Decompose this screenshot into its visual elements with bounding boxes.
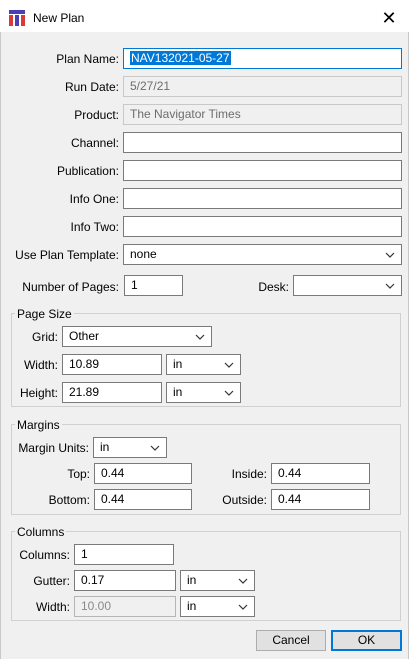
page-width-label: Width: (23, 358, 58, 372)
chevron-down-icon (195, 334, 205, 340)
column-width-input: 10.00 (74, 596, 176, 617)
desk-select[interactable] (293, 275, 402, 296)
product-input: The Navigator Times (123, 104, 402, 125)
plan-name-input[interactable]: NAV132021-05-27 (123, 48, 402, 69)
chevron-down-icon (238, 604, 248, 610)
plan-name-value: NAV132021-05-27 (130, 51, 231, 65)
page-width-input[interactable]: 10.89 (62, 354, 162, 375)
margin-top-label: Top: (67, 467, 90, 481)
channel-label: Channel: (70, 136, 119, 150)
chevron-down-icon (385, 283, 395, 289)
page-height-label: Height: (19, 386, 58, 400)
plan-template-select[interactable]: none (123, 244, 402, 265)
margin-bottom-label: Bottom: (48, 493, 90, 507)
margin-outside-input[interactable]: 0.44 (271, 489, 370, 510)
chevron-down-icon (224, 362, 234, 368)
gutter-unit-value: in (187, 573, 197, 587)
publication-label: Publication: (56, 164, 119, 178)
grid-label: Grid: (31, 330, 58, 344)
grid-value: Other (69, 329, 100, 343)
ok-button[interactable]: OK (331, 630, 402, 651)
num-pages-input[interactable]: 1 (124, 275, 183, 296)
column-width-unit-value: in (187, 599, 197, 613)
num-pages-label: Number of Pages: (22, 280, 119, 294)
margin-bottom-input[interactable]: 0.44 (94, 489, 192, 510)
page-height-unit-value: in (173, 385, 183, 399)
page-width-unit-select[interactable]: in (166, 354, 241, 375)
info-two-label: Info Two: (70, 220, 119, 234)
plan-template-value: none (130, 247, 157, 261)
info-two-input[interactable] (123, 216, 402, 237)
columns-count-input[interactable]: 1 (74, 544, 174, 565)
margin-inside-input[interactable]: 0.44 (271, 463, 370, 484)
column-width-unit-select[interactable]: in (180, 596, 255, 617)
columns-legend: Columns (15, 525, 67, 539)
window-title: New Plan (33, 11, 85, 25)
gutter-input[interactable]: 0.17 (74, 570, 176, 591)
publication-input[interactable] (123, 160, 402, 181)
page-width-unit-value: in (173, 357, 183, 371)
channel-input[interactable] (123, 132, 402, 153)
product-label: Product: (74, 108, 119, 122)
gutter-unit-select[interactable]: in (180, 570, 255, 591)
info-one-label: Info One: (69, 192, 119, 206)
chevron-down-icon (224, 390, 234, 396)
grid-select[interactable]: Other (62, 326, 212, 347)
margin-top-input[interactable]: 0.44 (94, 463, 192, 484)
cancel-button[interactable]: Cancel (256, 630, 326, 651)
page-height-input[interactable]: 21.89 (62, 382, 162, 403)
margin-units-value: in (100, 440, 110, 454)
page-size-legend: Page Size (15, 307, 74, 321)
columns-count-label: Columns: (19, 548, 70, 562)
margin-inside-label: Inside: (231, 467, 267, 481)
close-icon[interactable]: ✕ (376, 8, 402, 28)
run-date-input: 5/27/21 (123, 76, 402, 97)
page-height-unit-select[interactable]: in (166, 382, 241, 403)
margin-units-select[interactable]: in (93, 437, 167, 458)
column-width-label: Width: (35, 600, 70, 614)
margin-outside-label: Outside: (222, 493, 267, 507)
margins-legend: Margins (15, 418, 62, 432)
desk-label: Desk: (258, 280, 289, 294)
chevron-down-icon (385, 252, 395, 258)
plan-name-label: Plan Name: (56, 52, 119, 66)
info-one-input[interactable] (123, 188, 402, 209)
plan-template-label: Use Plan Template: (15, 248, 119, 262)
gutter-label: Gutter: (33, 574, 70, 588)
chevron-down-icon (238, 578, 248, 584)
plan-grid-icon (9, 10, 25, 26)
run-date-label: Run Date: (64, 80, 119, 94)
chevron-down-icon (150, 445, 160, 451)
margin-units-label: Margin Units: (18, 441, 89, 455)
